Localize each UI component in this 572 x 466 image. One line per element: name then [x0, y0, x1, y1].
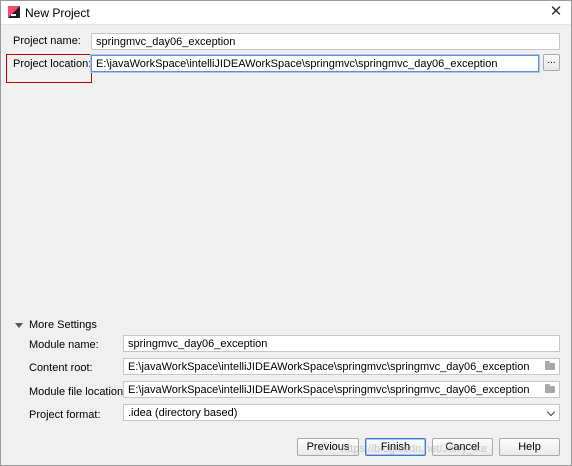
more-settings-toggle[interactable]: More Settings — [15, 318, 97, 332]
help-button[interactable]: Help — [499, 438, 560, 456]
title-bar[interactable]: New Project ✕ — [1, 1, 571, 25]
finish-button[interactable]: Finish — [365, 438, 426, 456]
intellij-idea-icon — [8, 6, 20, 18]
previous-button[interactable]: Previous — [297, 438, 359, 456]
content-root-label: Content root: — [29, 362, 93, 374]
module-file-location-input[interactable]: E:\javaWorkSpace\intelliJIDEAWorkSpace\s… — [123, 381, 560, 398]
cancel-button[interactable]: Cancel — [432, 438, 493, 456]
module-name-label: Module name: — [29, 339, 99, 351]
project-name-label: Project name: — [13, 35, 81, 47]
project-location-input[interactable]: E:\javaWorkSpace\intelliJIDEAWorkSpace\s… — [91, 55, 539, 72]
project-format-select[interactable]: .idea (directory based) — [123, 404, 560, 421]
window-title: New Project — [25, 6, 90, 20]
more-settings-header: More Settings — [29, 319, 97, 331]
triangle-down-icon — [15, 322, 23, 328]
module-file-location-label: Module file location: — [29, 386, 127, 398]
content-root-input[interactable]: E:\javaWorkSpace\intelliJIDEAWorkSpace\s… — [123, 358, 560, 375]
project-format-label: Project format: — [29, 409, 101, 421]
module-file-location-value: E:\javaWorkSpace\intelliJIDEAWorkSpace\s… — [128, 384, 530, 396]
project-format-value: .idea (directory based) — [128, 407, 238, 419]
chevron-down-icon — [546, 407, 556, 417]
new-project-dialog: New Project ✕ Project name: springmvc_da… — [0, 0, 572, 466]
content-root-value: E:\javaWorkSpace\intelliJIDEAWorkSpace\s… — [128, 361, 530, 373]
folder-icon[interactable] — [545, 384, 555, 393]
close-icon[interactable]: ✕ — [545, 3, 567, 21]
project-location-label: Project location: — [13, 58, 92, 70]
folder-icon[interactable] — [545, 361, 555, 370]
browse-location-button[interactable]: ... — [543, 54, 560, 71]
module-name-input[interactable]: springmvc_day06_exception — [123, 335, 560, 352]
project-name-input[interactable]: springmvc_day06_exception — [91, 33, 560, 50]
